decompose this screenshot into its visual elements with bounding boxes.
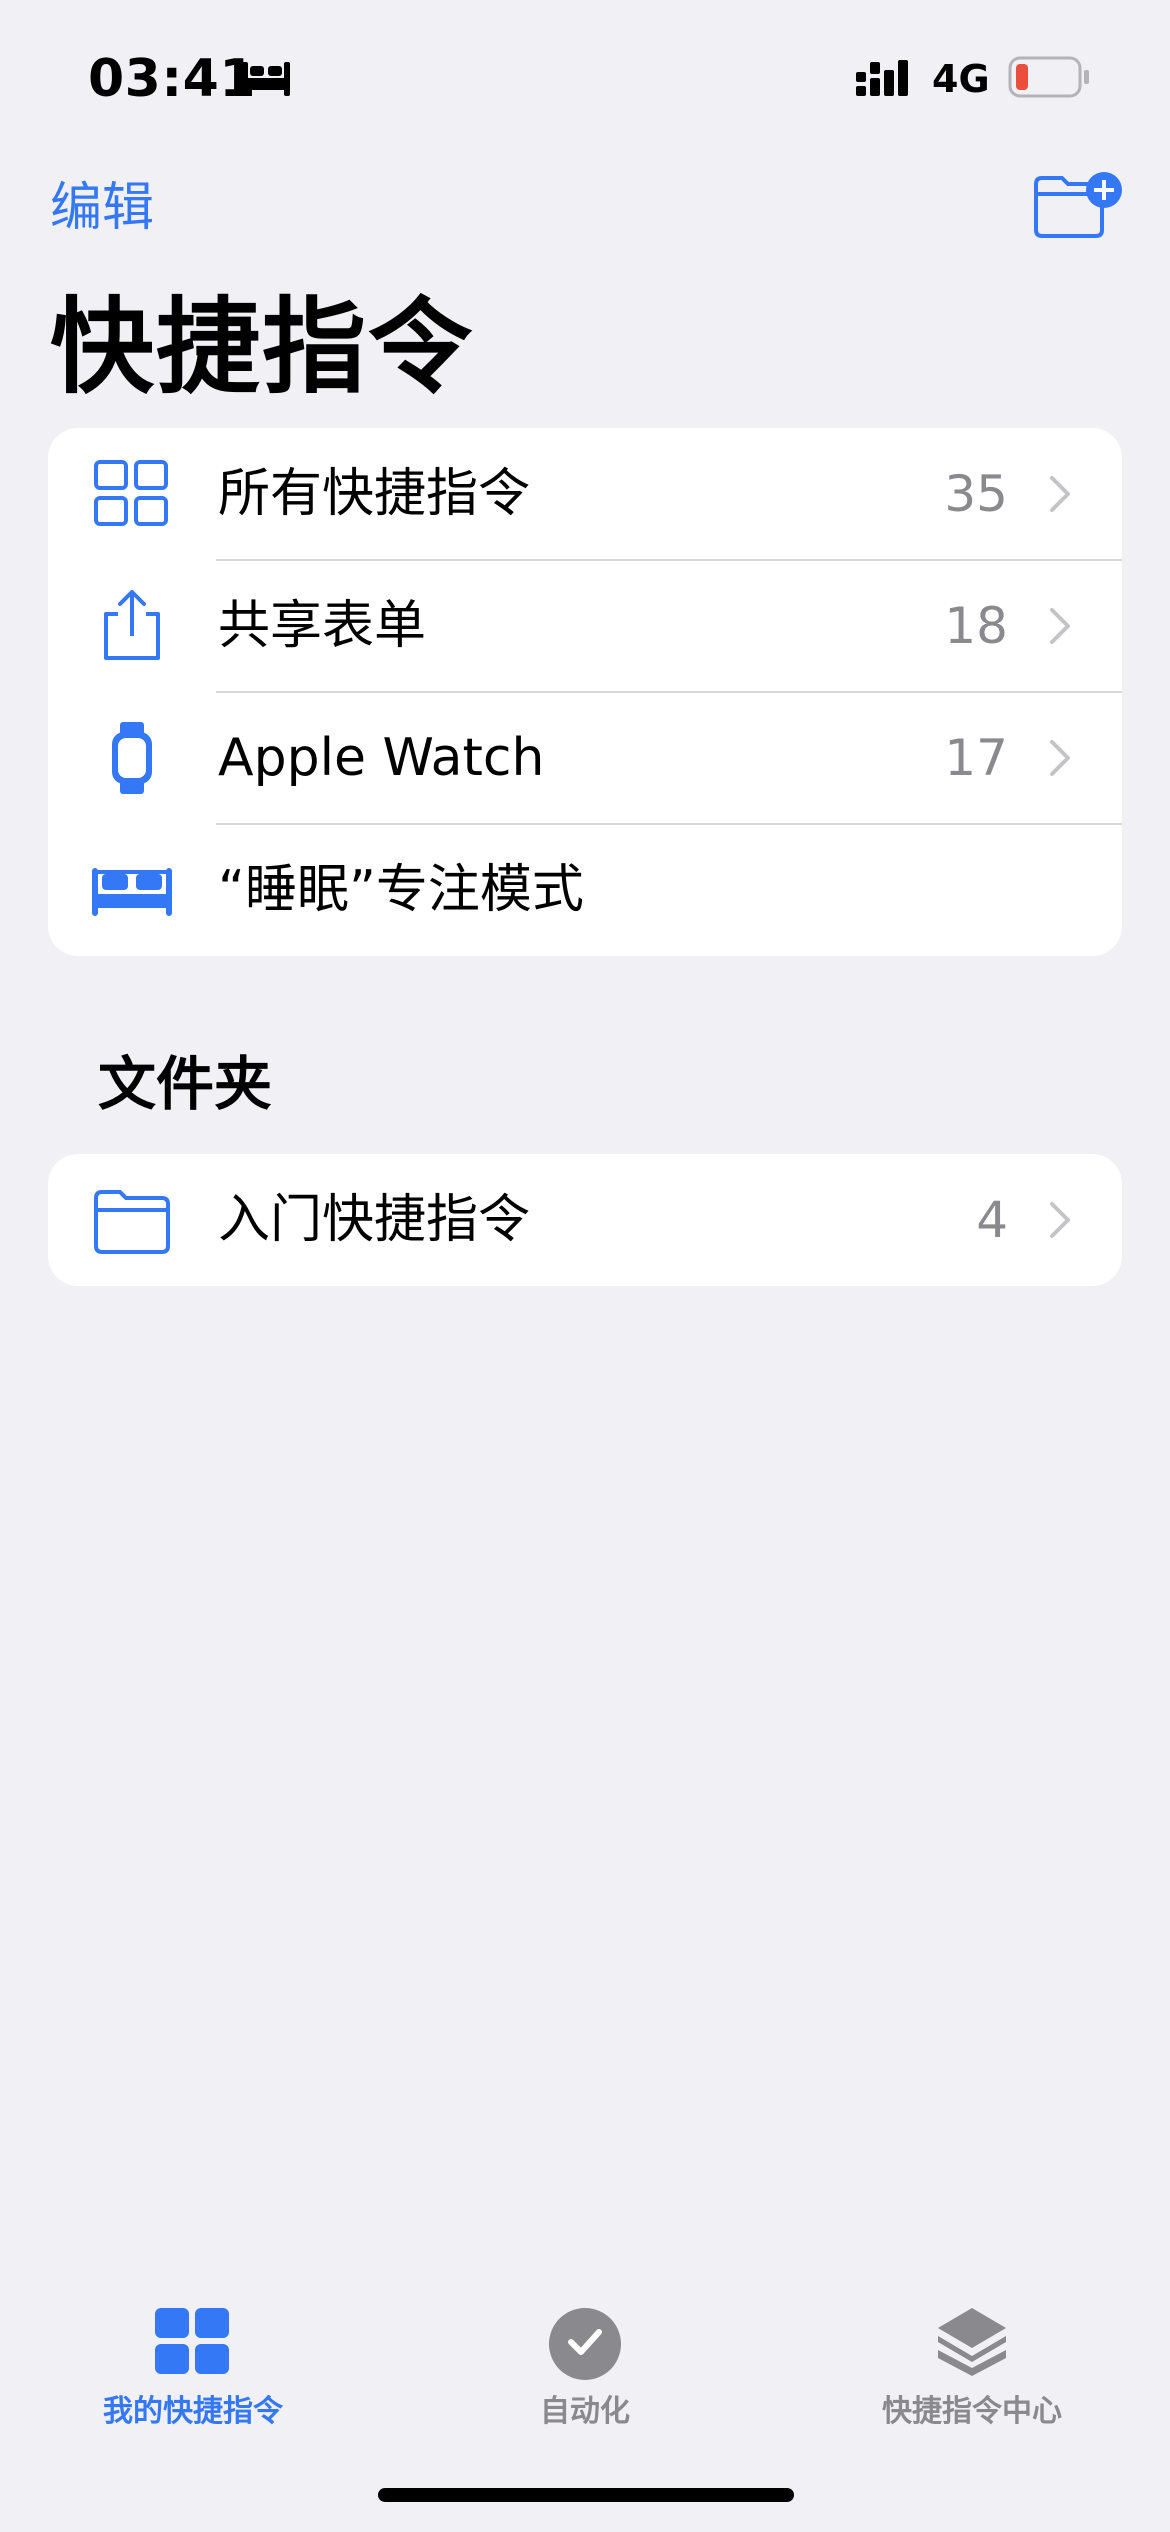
- shortcuts-list: 所有快捷指令 35 共享表单 18 Apple Watch 17 “睡眠”专注模…: [48, 428, 1122, 956]
- folder-icon: [94, 1190, 170, 1254]
- layers-icon: [938, 2308, 1006, 2376]
- list-item-label: 入门快捷指令: [218, 1190, 531, 1250]
- folder-plus-icon[interactable]: [1032, 170, 1122, 240]
- list-item-count: 35: [944, 465, 1008, 523]
- status-time: 03:41: [88, 49, 257, 109]
- list-item-count: 18: [944, 597, 1008, 655]
- list-item-count: 17: [944, 729, 1008, 787]
- folders-list: 入门快捷指令 4: [48, 1154, 1122, 1286]
- page-title: 快捷指令: [50, 286, 475, 408]
- watch-icon: [112, 722, 152, 794]
- network-type: 4G: [932, 57, 990, 101]
- grid-icon: [94, 460, 168, 526]
- list-item-label: Apple Watch: [218, 728, 545, 788]
- share-icon: [104, 590, 160, 660]
- list-item-label: 共享表单: [218, 596, 427, 656]
- list-item-label: 所有快捷指令: [218, 464, 531, 524]
- bed-icon: [242, 62, 290, 96]
- chevron-right-icon: [1050, 1202, 1070, 1238]
- tab-label: 自动化: [540, 2394, 630, 2429]
- checkmark-circle-icon: [549, 2308, 621, 2380]
- home-indicator: [378, 2488, 794, 2502]
- list-item-sleep-focus[interactable]: “睡眠”专注模式: [48, 824, 1122, 956]
- tab-label: 快捷指令中心: [882, 2394, 1062, 2429]
- tab-label: 我的快捷指令: [103, 2394, 283, 2429]
- section-title-folders: 文件夹: [98, 1050, 273, 1118]
- signal-icon: [856, 60, 908, 96]
- list-item-count: 4: [976, 1191, 1008, 1249]
- tab-gallery[interactable]: 快捷指令中心: [822, 2290, 1122, 2450]
- grid-icon: [155, 2308, 229, 2374]
- edit-button[interactable]: 编辑: [50, 174, 154, 242]
- bed-icon: [92, 868, 172, 916]
- list-item-share-sheet[interactable]: 共享表单 18: [48, 560, 1122, 692]
- list-item-folder[interactable]: 入门快捷指令 4: [48, 1154, 1122, 1286]
- tab-automation[interactable]: 自动化: [435, 2290, 735, 2450]
- battery-icon: [1008, 56, 1089, 98]
- list-item-apple-watch[interactable]: Apple Watch 17: [48, 692, 1122, 824]
- chevron-right-icon: [1050, 740, 1070, 776]
- list-item-all-shortcuts[interactable]: 所有快捷指令 35: [48, 428, 1122, 560]
- tab-my-shortcuts[interactable]: 我的快捷指令: [43, 2290, 343, 2450]
- list-item-label: “睡眠”专注模式: [218, 860, 584, 920]
- chevron-right-icon: [1050, 608, 1070, 644]
- chevron-right-icon: [1050, 476, 1070, 512]
